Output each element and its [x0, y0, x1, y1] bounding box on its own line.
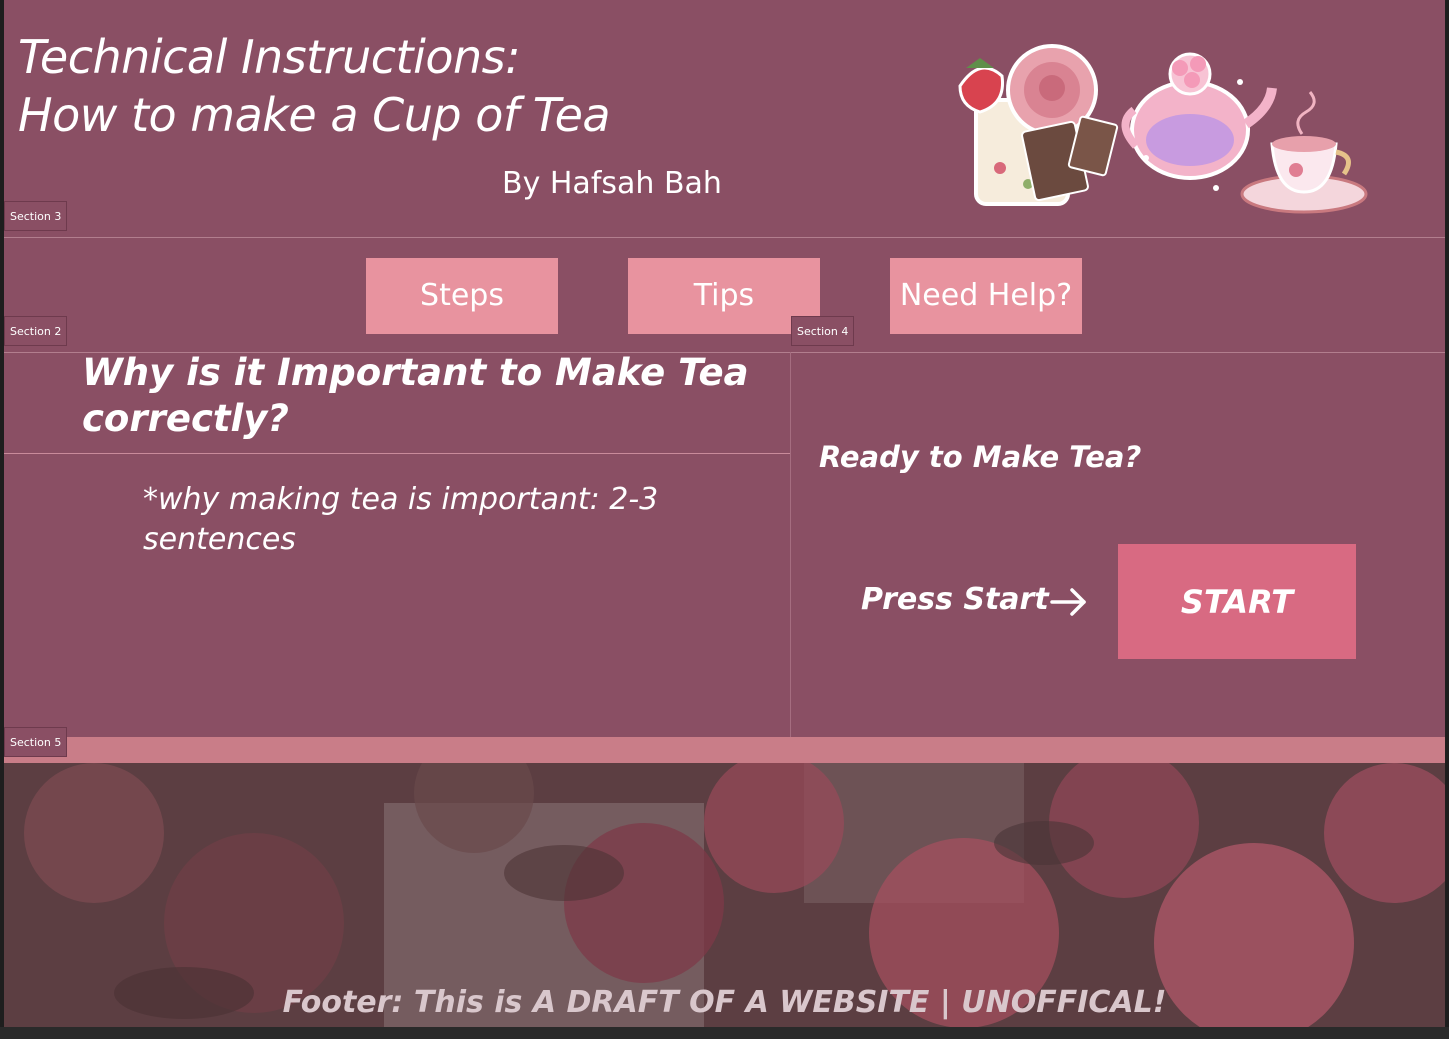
- section-2-tag: Section 2: [4, 316, 68, 346]
- header-divider: [4, 237, 1445, 238]
- press-start-label: Press Start: [861, 582, 1049, 617]
- footer: Footer: This is A DRAFT OF A WEBSITE | U…: [4, 763, 1445, 1027]
- arrow-right-icon: [1050, 588, 1086, 616]
- tea-set-illustration-icon: [958, 44, 1368, 214]
- section-3-tag: Section 3: [4, 201, 68, 231]
- bottom-strip: [0, 1027, 1449, 1039]
- footer-text: Footer: This is A DRAFT OF A WEBSITE | U…: [282, 985, 1167, 1020]
- ready-heading: Ready to Make Tea?: [819, 440, 1142, 474]
- page-title-line1: Technical Instructions:: [18, 30, 521, 84]
- page-title-line2: How to make a Cup of Tea: [18, 88, 611, 142]
- section-5-band: [4, 737, 1445, 763]
- column-divider: [790, 352, 791, 737]
- steps-button[interactable]: Steps: [366, 258, 558, 334]
- page-title: Technical Instructions: How to make a Cu…: [18, 28, 611, 144]
- author-byline: By Hafsah Bah: [502, 166, 722, 201]
- page-frame: Technical Instructions: How to make a Cu…: [4, 0, 1445, 1027]
- why-body-text: *why making tea is important: 2-3 senten…: [143, 482, 659, 557]
- section-4-tag: Section 4: [791, 316, 855, 346]
- why-heading-divider: [4, 453, 790, 454]
- section-5-tag: Section 5: [4, 727, 68, 757]
- need-help-button[interactable]: Need Help?: [890, 258, 1082, 334]
- why-heading: Why is it Important to Make Tea correctl…: [82, 351, 749, 440]
- start-button[interactable]: START: [1118, 544, 1356, 659]
